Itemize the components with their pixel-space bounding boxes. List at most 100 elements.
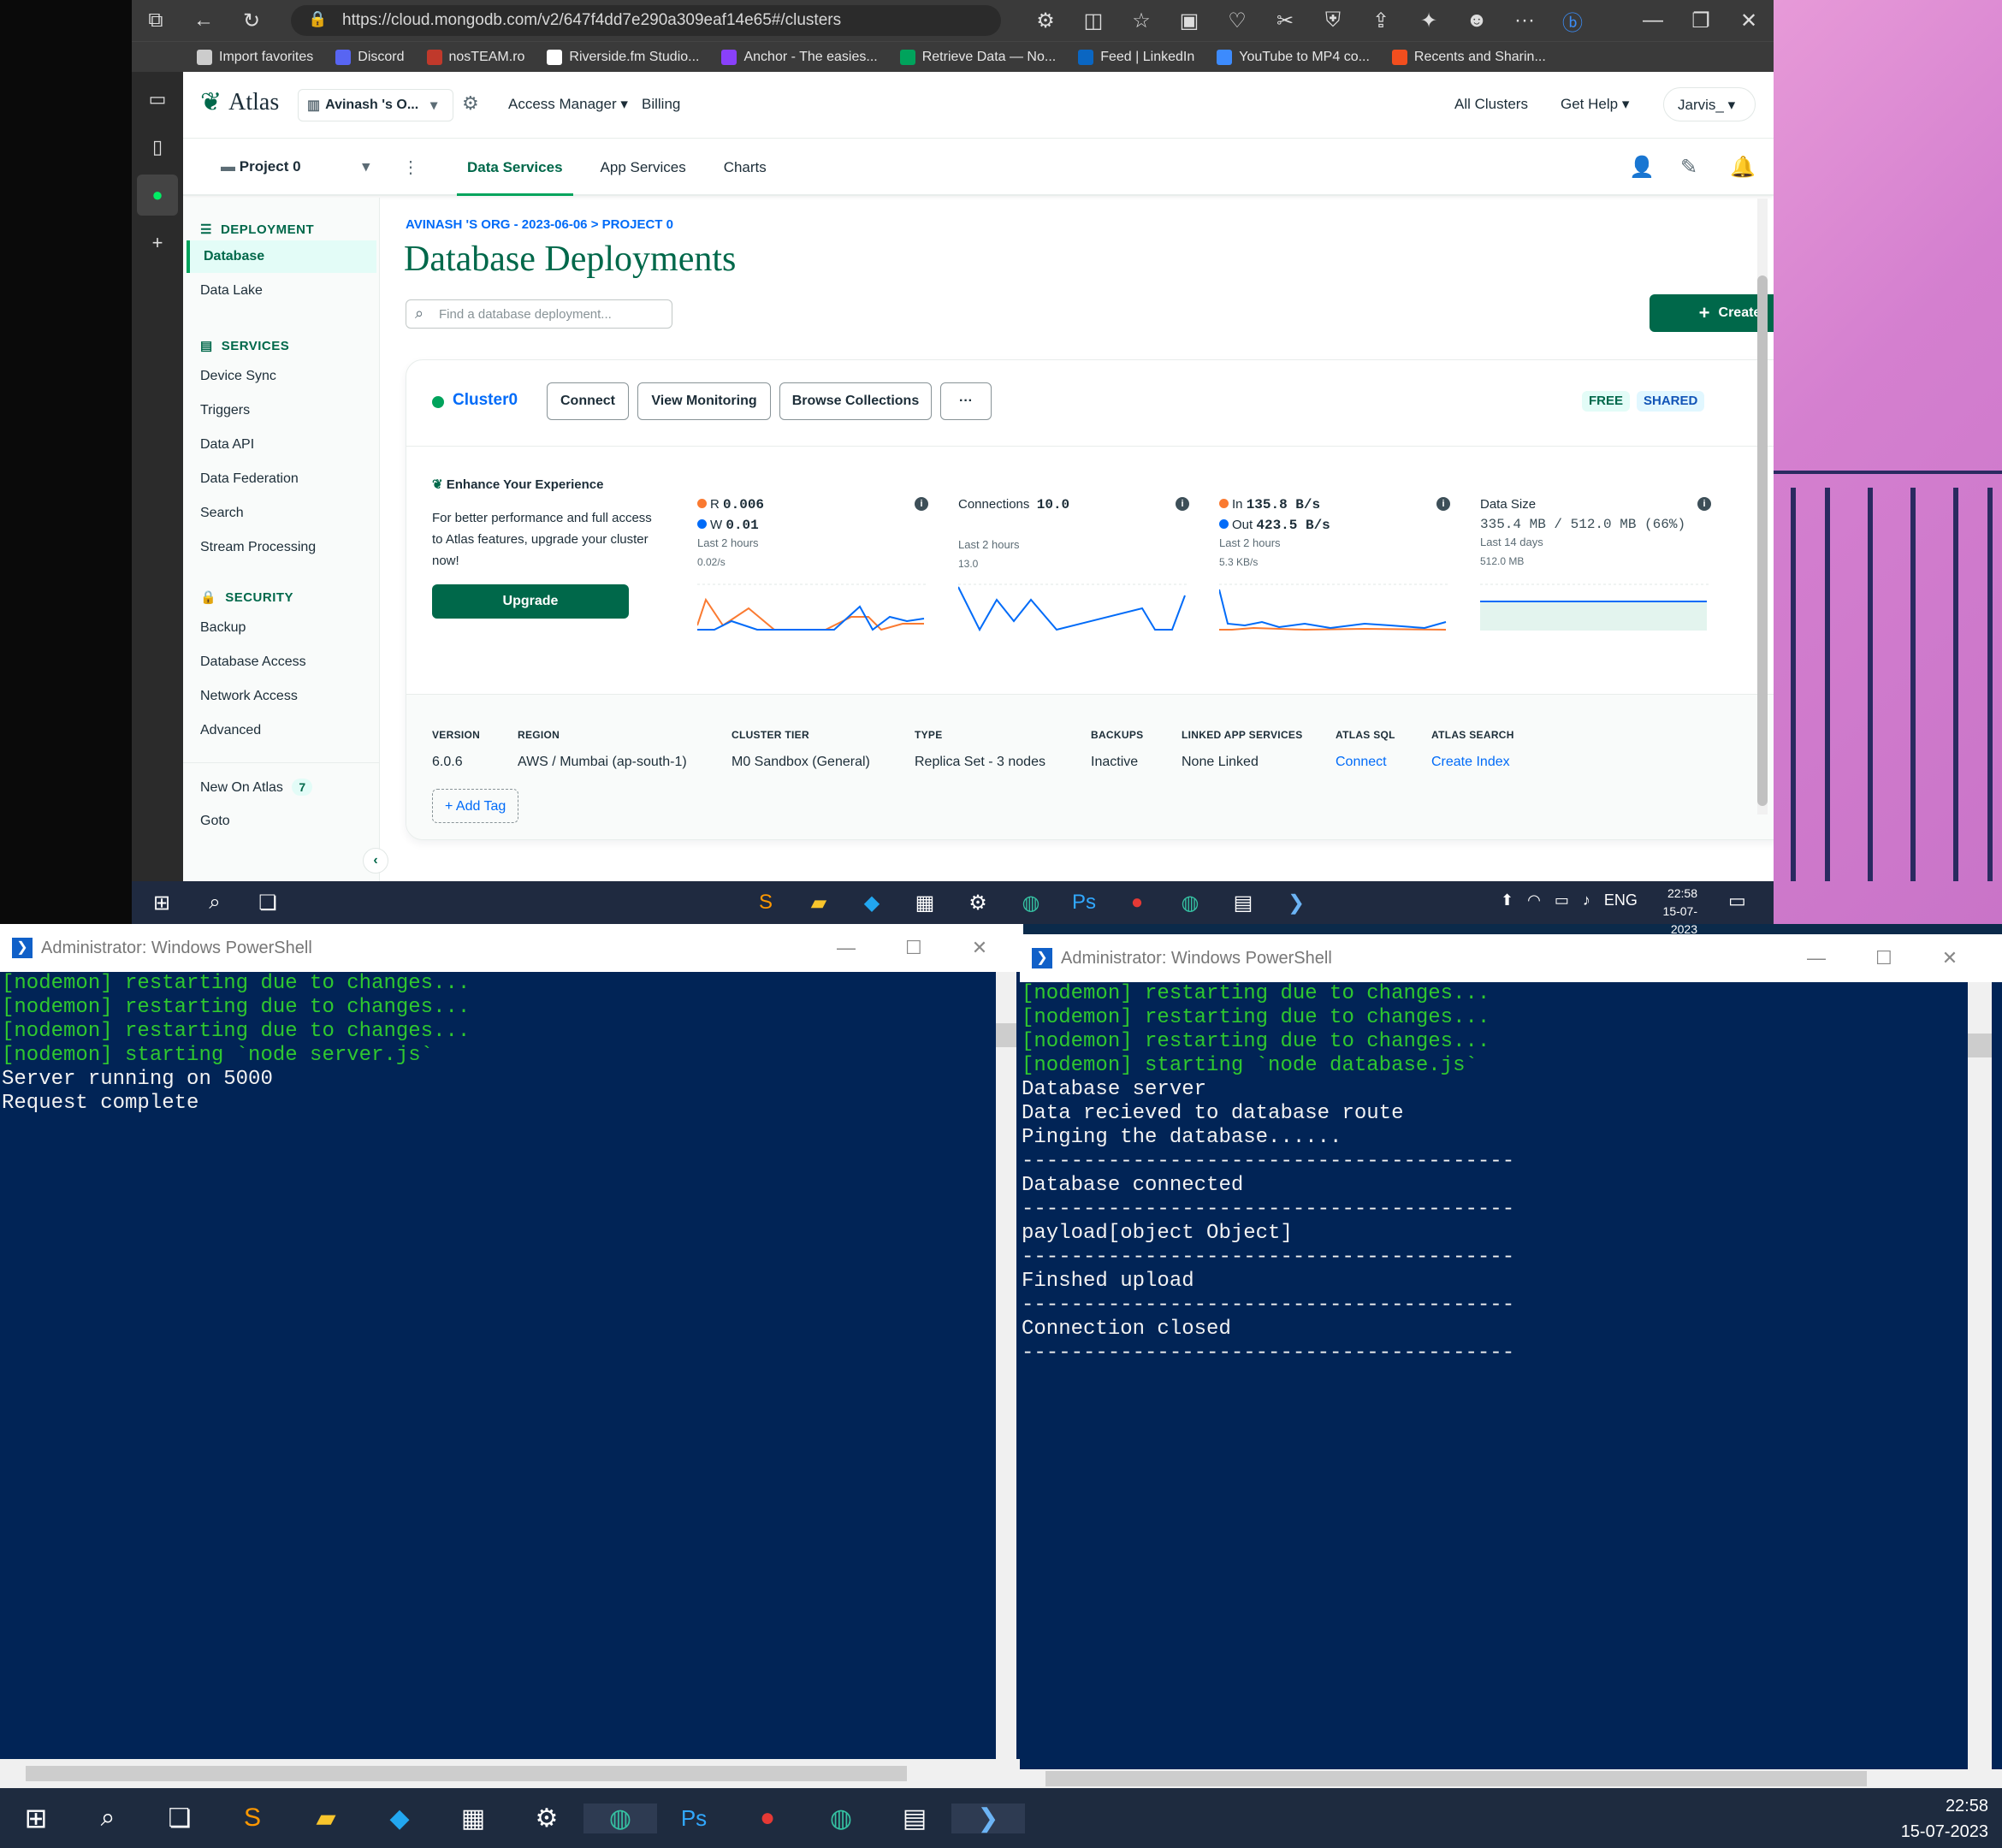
search-icon[interactable]: ⌕ [188,891,241,915]
language-indicator[interactable]: ENG [1604,891,1638,909]
page-tab-icon[interactable]: ▯ [132,127,183,168]
tab-panel-icon[interactable]: ▭ [132,79,183,120]
tab-charts[interactable]: Charts [714,139,777,196]
scrollbar-thumb[interactable] [26,1766,907,1781]
minimize-icon[interactable]: — [1629,9,1677,33]
performance-icon[interactable]: ♡ [1213,9,1261,33]
project-more-icon[interactable]: ⋮ [402,157,419,178]
file-explorer-icon[interactable]: ▰ [289,1804,363,1833]
address-bar[interactable]: 🔒 https://cloud.mongodb.com/v2/647f4dd7e… [291,5,1001,36]
org-selector[interactable]: ▥ Avinash 's O... ▾ [298,89,453,121]
favorites-icon[interactable]: ☆ [1117,9,1165,33]
new-tab-icon[interactable]: + [132,222,183,264]
notifications-bell-icon[interactable]: 🔔 [1730,155,1756,180]
sidebar-item-triggers[interactable]: Triggers [200,394,380,427]
breadcrumb[interactable]: AVINASH 'S ORG - 2023-06-06 > PROJECT 0 [406,217,673,232]
back-icon[interactable]: ← [180,9,228,33]
sidebar-item-device-sync[interactable]: Device Sync [200,360,380,393]
collapse-sidebar-icon[interactable]: ‹ [363,848,388,874]
scrollbar-thumb[interactable] [1757,275,1768,806]
sidebar-item-new-on-atlas[interactable]: New On Atlas 7 [200,771,380,803]
info-icon[interactable]: i [1176,497,1189,511]
file-explorer-icon[interactable]: ▰ [792,891,845,915]
refresh-icon[interactable]: ↻ [228,9,275,33]
split-screen-icon[interactable]: ◫ [1069,9,1117,33]
app-icon[interactable]: ▤ [878,1804,951,1833]
settings-icon[interactable]: ⚙ [510,1804,583,1833]
vertical-scrollbar[interactable] [1968,982,1992,1769]
store-icon[interactable]: ▦ [898,891,951,915]
sidebar-item-database-access[interactable]: Database Access [200,646,380,678]
vscode-icon[interactable]: ◆ [845,891,898,915]
vertical-scrollbar[interactable] [996,972,1016,1759]
start-icon[interactable]: ⊞ [135,891,188,915]
sidebar-item-search[interactable]: Search [200,497,380,530]
settings-icon[interactable]: ⚙ [951,891,1004,915]
favorite-item[interactable]: Anchor - The easies... [721,49,878,65]
info-icon[interactable]: i [915,497,928,511]
tab-app-services[interactable]: App Services [590,139,696,196]
browser-essentials-icon[interactable]: ⛨ [1309,9,1357,33]
sidebar-item-backup[interactable]: Backup [200,612,380,644]
create-index-link[interactable]: Create Index [1431,755,1514,770]
project-selector[interactable]: ▬ Project 0 ▾ [221,158,370,175]
sidebar-item-stream-processing[interactable]: Stream Processing [200,531,380,564]
connect-button[interactable]: Connect [547,382,629,420]
bing-icon[interactable]: ⓑ [1549,6,1596,36]
app-icon[interactable]: ▤ [1217,891,1270,915]
sidebar-item-network-access[interactable]: Network Access [200,680,380,713]
invite-user-icon[interactable]: 👤 [1629,155,1655,180]
share-icon[interactable]: ⇪ [1357,9,1405,33]
clock[interactable]: 22:58 15-07-2023 [1638,885,1697,939]
get-help-menu[interactable]: Get Help ▾ [1561,96,1629,113]
anydesk-icon[interactable]: ● [731,1804,804,1833]
extensions-icon[interactable]: ⚙ [1022,9,1069,33]
atlas-logo[interactable]: ❦ Atlas [200,87,279,117]
sidebar-item-advanced[interactable]: Advanced [200,714,380,747]
edge-icon[interactable]: ◍ [583,1803,657,1833]
screenshot-icon[interactable]: ✂ [1261,9,1309,33]
powershell-icon[interactable]: ❯ [1270,891,1323,915]
volume-icon[interactable]: ♪ [1583,891,1590,909]
tab-data-services[interactable]: Data Services [457,139,573,196]
tab-actions-icon[interactable]: ⧉ [132,9,180,33]
horizontal-scrollbar[interactable] [0,1759,1023,1788]
metric-connections[interactable]: Connections 10.0 Last 2 hours 13.0 i [958,497,1189,643]
deployment-search-input[interactable]: ⌕ Find a database deployment... [406,299,672,329]
console-output[interactable]: [nodemon] restarting due to changes... [n… [2,972,470,1116]
sidebar-item-goto[interactable]: Goto [200,805,380,838]
favorite-item[interactable]: Import favorites [197,49,313,65]
task-view-icon[interactable]: ❏ [241,891,294,915]
activity-feed-icon[interactable]: ✎ [1680,155,1697,180]
profile-avatar[interactable]: ☻ [1453,9,1501,33]
collections-icon[interactable]: ▣ [1165,9,1213,33]
clock[interactable]: 22:58 15-07-2023 [1882,1793,1988,1845]
search-icon[interactable]: ⌕ [72,1804,144,1833]
wifi-icon[interactable]: ◠ [1527,891,1541,909]
atlas-sql-connect-link[interactable]: Connect [1336,755,1395,770]
more-menu-icon[interactable]: ··· [1501,9,1549,33]
notifications-icon[interactable]: ▭ [1728,890,1746,912]
sidebar-item-data-api[interactable]: Data API [200,429,380,461]
mongodb-tab-icon[interactable]: ● [137,175,178,216]
edge-icon[interactable]: ◍ [1004,891,1057,915]
view-monitoring-button[interactable]: View Monitoring [637,382,771,420]
favorite-item[interactable]: Discord [335,49,405,65]
start-icon[interactable]: ⊞ [0,1802,72,1834]
anydesk-icon[interactable]: ● [1111,891,1164,915]
user-menu[interactable]: Jarvis_ ▾ [1663,87,1756,121]
scrollbar-thumb[interactable] [1968,1034,1992,1057]
browse-collections-button[interactable]: Browse Collections [779,382,932,420]
page-scrollbar[interactable] [1757,198,1768,814]
photoshop-icon[interactable]: Ps [1057,891,1111,915]
close-icon[interactable]: ✕ [972,937,987,959]
cluster-name-link[interactable]: Cluster0 [453,391,518,410]
restore-icon[interactable]: ❐ [1677,9,1725,33]
sidebar-item-database[interactable]: Database [187,240,376,273]
add-tag-button[interactable]: + Add Tag [432,789,519,823]
sublime-icon[interactable]: S [216,1804,289,1833]
sublime-icon[interactable]: S [739,891,792,915]
powershell-icon[interactable]: ❯ [951,1803,1025,1833]
billing-link[interactable]: Billing [642,96,680,113]
maximize-icon[interactable]: ☐ [905,937,922,959]
